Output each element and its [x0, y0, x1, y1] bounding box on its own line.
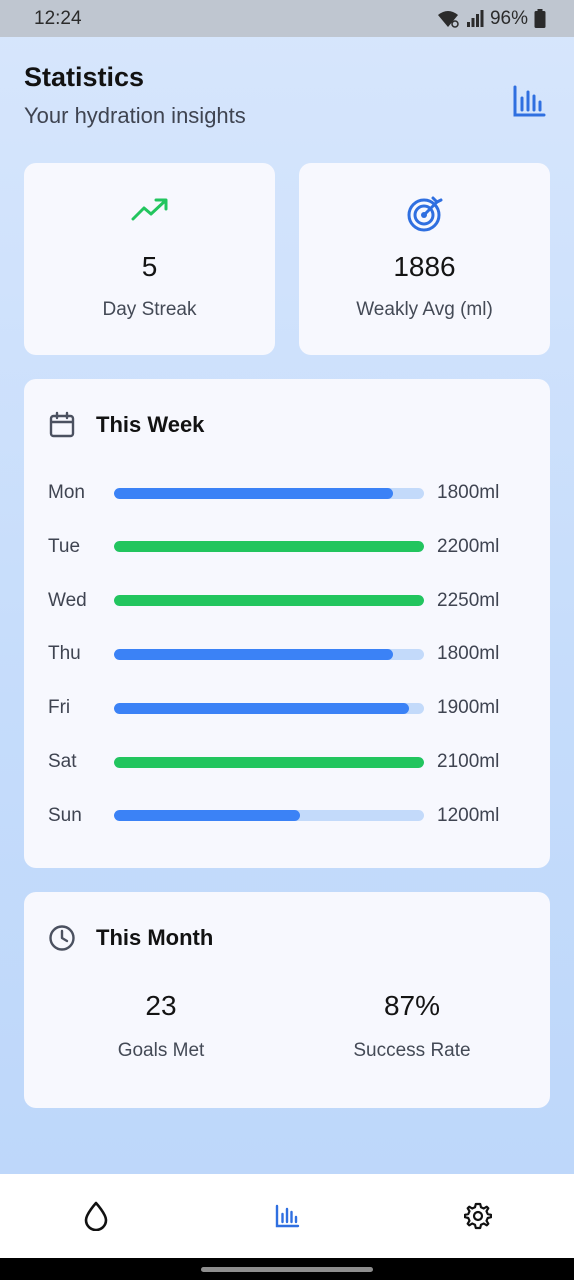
this-week-card: This Week Mon 1800ml Tue 2200ml Wed 2250ml Thu…: [24, 379, 550, 868]
gesture-handle[interactable]: [201, 1267, 373, 1272]
progress-track: [114, 541, 424, 553]
weekly-average-label: Weakly Avg (ml): [356, 299, 493, 320]
progress-fill: [114, 756, 424, 768]
progress-fill: [114, 487, 393, 499]
day-amount: 1900ml: [437, 697, 500, 719]
battery-icon: [534, 8, 546, 28]
week-day-row: Thu 1800ml: [48, 639, 526, 669]
battery-percent: 96%: [489, 7, 528, 29]
this-month-header: This Month: [48, 924, 213, 952]
signal-icon: [466, 9, 484, 27]
this-month-title: This Month: [96, 925, 214, 950]
settings-gear-icon[interactable]: [464, 1202, 493, 1230]
progress-track: [114, 595, 424, 607]
bar-chart-icon[interactable]: [512, 84, 546, 118]
progress-track: [114, 702, 424, 714]
weekly-average-value: 1886: [393, 251, 456, 282]
wifi-icon: [437, 10, 459, 28]
week-day-row: Sun 1200ml: [48, 801, 526, 831]
week-day-row: Sat 2100ml: [48, 747, 526, 777]
day-label: Wed: [48, 589, 87, 611]
day-label: Fri: [48, 697, 71, 719]
week-day-row: Fri 1900ml: [48, 693, 526, 723]
this-week-header: This Week: [48, 411, 204, 439]
progress-fill: [114, 702, 409, 714]
goals-met-stat: 23 Goals Met: [36, 990, 286, 1062]
day-label: Mon: [48, 482, 85, 503]
page-subtitle: Your hydration insights: [24, 103, 246, 128]
goals-met-value: 23: [145, 990, 177, 1021]
progress-fill: [114, 541, 424, 553]
trending-up-icon: [131, 198, 167, 221]
day-amount: 2200ml: [437, 535, 500, 557]
weekly-average-card: 1886 Weakly Avg (ml): [299, 163, 550, 355]
status-time: 12:24: [34, 7, 82, 29]
calendar-icon: [49, 411, 75, 438]
progress-fill: [114, 810, 300, 822]
week-day-row: Tue 2200ml: [48, 532, 526, 562]
day-amount: 2250ml: [437, 589, 500, 611]
target-icon: [407, 196, 442, 232]
clock-icon: [49, 925, 75, 951]
status-bar: 12:24 96%: [0, 0, 574, 37]
success-rate-label: Success Rate: [353, 1040, 471, 1061]
day-label: Tue: [48, 535, 81, 557]
day-amount: 1800ml: [437, 482, 500, 503]
goals-met-label: Goals Met: [117, 1040, 205, 1061]
this-month-card: This Month 23 Goals Met 87% Success Rate: [24, 892, 550, 1108]
week-day-row: Mon 1800ml: [48, 478, 526, 508]
page-title: Statistics: [24, 62, 145, 92]
day-streak-value: 5: [141, 251, 158, 282]
day-streak-card: 5 Day Streak: [24, 163, 275, 355]
success-rate-stat: 87% Success Rate: [287, 990, 537, 1062]
progress-track: [114, 756, 424, 768]
page-header: Statistics Your hydration insights: [24, 62, 550, 142]
nav-item-water[interactable]: [66, 1186, 126, 1246]
water-drop-icon[interactable]: [83, 1201, 109, 1231]
day-streak-label: Day Streak: [102, 299, 197, 320]
day-amount: 1800ml: [437, 643, 500, 665]
day-label: Sat: [48, 751, 77, 772]
day-label: Thu: [48, 643, 81, 665]
progress-fill: [114, 595, 424, 607]
this-week-title: This Week: [96, 412, 205, 437]
day-amount: 1200ml: [437, 804, 500, 826]
status-icons: 96%: [436, 8, 546, 30]
day-label: Sun: [48, 804, 82, 826]
progress-fill: [114, 648, 393, 660]
bar-chart-icon[interactable]: [274, 1203, 300, 1229]
progress-track: [114, 487, 424, 499]
nav-item-settings[interactable]: [448, 1186, 508, 1246]
system-gesture-bar: [0, 1258, 574, 1280]
nav-item-statistics[interactable]: [257, 1186, 317, 1246]
progress-track: [114, 648, 424, 660]
bottom-navigation: [0, 1174, 574, 1258]
day-amount: 2100ml: [437, 751, 500, 772]
week-day-row: Wed 2250ml: [48, 586, 526, 616]
success-rate-value: 87%: [383, 990, 441, 1021]
progress-track: [114, 810, 424, 822]
